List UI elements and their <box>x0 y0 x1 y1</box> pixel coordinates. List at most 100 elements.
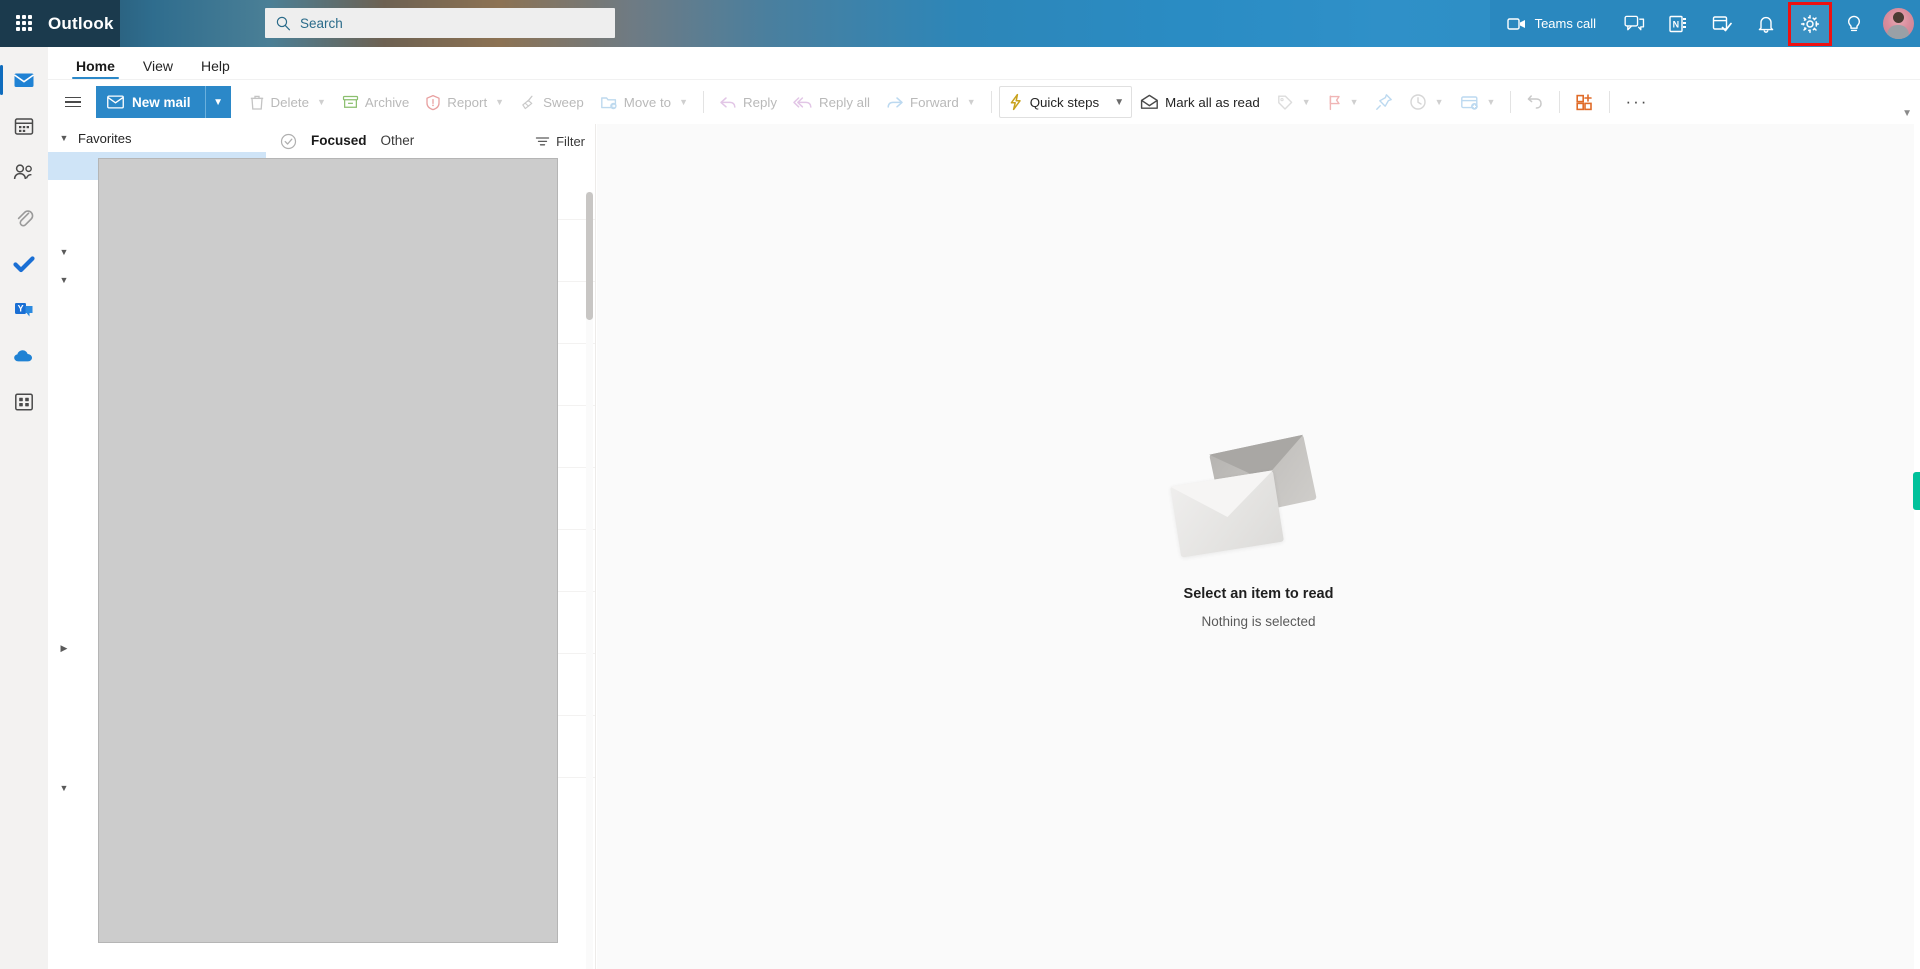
add-apps-button[interactable] <box>1567 86 1602 118</box>
tag-button[interactable]: ▼ <box>1268 86 1319 118</box>
new-mail-label: New mail <box>132 94 191 110</box>
reply-all-arrow-icon <box>793 96 812 108</box>
rules-button[interactable]: ▼ <box>1452 86 1504 118</box>
chevron-down-icon[interactable]: ▼ <box>1435 97 1444 107</box>
settings-button[interactable] <box>1788 2 1832 46</box>
mark-all-read-label: Mark all as read <box>1165 94 1260 110</box>
tab-view[interactable]: View <box>129 59 187 79</box>
sidebar-item-mail[interactable] <box>0 57 48 103</box>
people-icon <box>13 164 32 180</box>
quick-steps-button[interactable]: Quick steps <box>1000 86 1107 118</box>
onenote-feed-button[interactable]: N <box>1656 0 1700 47</box>
divider <box>1609 91 1611 113</box>
chevron-down-icon[interactable]: ▼ <box>495 97 504 107</box>
chevron-down-icon[interactable]: ▼ <box>967 97 976 107</box>
chevron-down-icon[interactable]: ▼ <box>679 97 688 107</box>
message-list-scrollbar-thumb[interactable] <box>586 192 593 320</box>
sidebar-item-viva-engage[interactable]: Y <box>0 287 48 333</box>
calendar-icon <box>14 118 34 135</box>
chat-button[interactable] <box>1612 0 1656 47</box>
sweep-button[interactable]: Sweep <box>512 86 592 118</box>
report-label: Report <box>447 94 488 110</box>
undo-button[interactable] <box>1518 86 1552 118</box>
chevron-down-icon[interactable]: ▼ <box>1487 97 1496 107</box>
search-box[interactable] <box>265 8 615 38</box>
move-to-button[interactable]: Move to ▼ <box>592 86 696 118</box>
mark-all-as-read-button[interactable]: Mark all as read <box>1132 86 1268 118</box>
command-bar: New mail ▼ Delete ▼ Archive Report ▼ Swe… <box>48 80 1920 124</box>
favorites-label: Favorites <box>78 130 132 146</box>
ellipsis-icon: ··· <box>1625 92 1649 111</box>
header-actions: Teams call N <box>1497 0 1920 47</box>
filter-button[interactable]: Filter <box>535 134 585 149</box>
divider <box>1510 91 1512 113</box>
sidebar-item-files[interactable] <box>0 195 48 241</box>
pivot-other[interactable]: Other <box>381 133 415 150</box>
chevron-down-icon[interactable]: ▼ <box>56 275 72 285</box>
add-app-icon <box>1576 93 1593 110</box>
account-avatar-button[interactable] <box>1876 0 1920 47</box>
more-options-button[interactable]: ··· <box>1617 86 1656 118</box>
sidebar-item-to-do[interactable] <box>0 241 48 287</box>
filter-lines-icon <box>535 137 550 146</box>
chevron-down-icon[interactable]: ▼ <box>56 783 72 793</box>
circle-check-icon[interactable] <box>280 133 297 150</box>
rules-icon <box>1460 95 1478 110</box>
snooze-button[interactable]: ▼ <box>1401 86 1452 118</box>
onenote-icon: N <box>1669 15 1686 32</box>
favorites-header[interactable]: ▼ Favorites <box>48 124 266 152</box>
reply-button[interactable]: Reply <box>711 86 785 118</box>
open-envelope-icon <box>1141 94 1159 109</box>
sidebar-item-people[interactable] <box>0 149 48 195</box>
chevron-down-icon[interactable]: ▼ <box>56 247 72 257</box>
todo-button[interactable] <box>1700 0 1744 47</box>
svg-text:N: N <box>1673 19 1680 29</box>
lightning-bolt-icon <box>1010 93 1021 111</box>
new-mail-button[interactable]: New mail <box>96 86 205 118</box>
archive-button[interactable]: Archive <box>334 86 417 118</box>
chevron-down-icon[interactable]: ▼ <box>317 97 326 107</box>
pin-button[interactable] <box>1367 86 1401 118</box>
chevron-down-icon[interactable]: ▼ <box>1302 97 1311 107</box>
report-button[interactable]: Report ▼ <box>417 86 512 118</box>
ribbon-collapse-button[interactable]: ▼ <box>1902 108 1912 119</box>
avatar <box>1882 8 1914 39</box>
reading-pane: Select an item to read Nothing is select… <box>597 124 1920 969</box>
delete-button[interactable]: Delete ▼ <box>241 86 334 118</box>
flag-button[interactable]: ▼ <box>1319 86 1367 118</box>
quick-steps-label: Quick steps <box>1029 94 1100 110</box>
paperclip-icon <box>17 210 34 227</box>
right-edge-strip <box>1914 124 1920 969</box>
sidebar-item-onedrive[interactable] <box>0 333 48 379</box>
pivot-focused[interactable]: Focused <box>311 133 367 150</box>
sidebar-item-more-apps[interactable] <box>0 379 48 425</box>
hamburger-icon[interactable] <box>56 86 90 118</box>
brand-title: Outlook <box>48 13 114 33</box>
reply-label: Reply <box>742 94 777 110</box>
app-launcher-grid-icon[interactable] <box>8 7 40 39</box>
new-mail-dropdown[interactable]: ▼ <box>204 86 231 118</box>
folder-arrow-icon <box>600 96 617 109</box>
chevron-down-icon[interactable]: ▼ <box>56 133 72 143</box>
tips-button[interactable] <box>1832 0 1876 47</box>
forward-button[interactable]: Forward ▼ <box>878 86 984 118</box>
search-icon <box>276 16 291 30</box>
sidebar-item-calendar[interactable] <box>0 103 48 149</box>
side-tab[interactable] <box>1913 472 1920 510</box>
reply-all-button[interactable]: Reply all <box>785 86 878 118</box>
tab-help[interactable]: Help <box>187 59 244 79</box>
reply-all-label: Reply all <box>818 94 870 110</box>
notifications-button[interactable] <box>1744 0 1788 47</box>
search-input[interactable] <box>300 15 590 31</box>
teams-call-button[interactable]: Teams call <box>1497 0 1612 47</box>
chevron-down-icon: ▼ <box>1902 108 1912 119</box>
tab-home[interactable]: Home <box>62 59 129 79</box>
envelope-icon <box>14 73 34 87</box>
reading-pane-subtitle: Nothing is selected <box>1201 614 1316 629</box>
quick-steps-dropdown[interactable]: ▼ <box>1107 87 1131 117</box>
apps-grid-icon <box>15 393 33 411</box>
chevron-down-icon[interactable]: ▼ <box>1350 97 1359 107</box>
forward-label: Forward <box>909 94 959 110</box>
chevron-right-icon[interactable]: ▶ <box>56 643 72 654</box>
chevron-down-icon: ▼ <box>213 96 223 108</box>
